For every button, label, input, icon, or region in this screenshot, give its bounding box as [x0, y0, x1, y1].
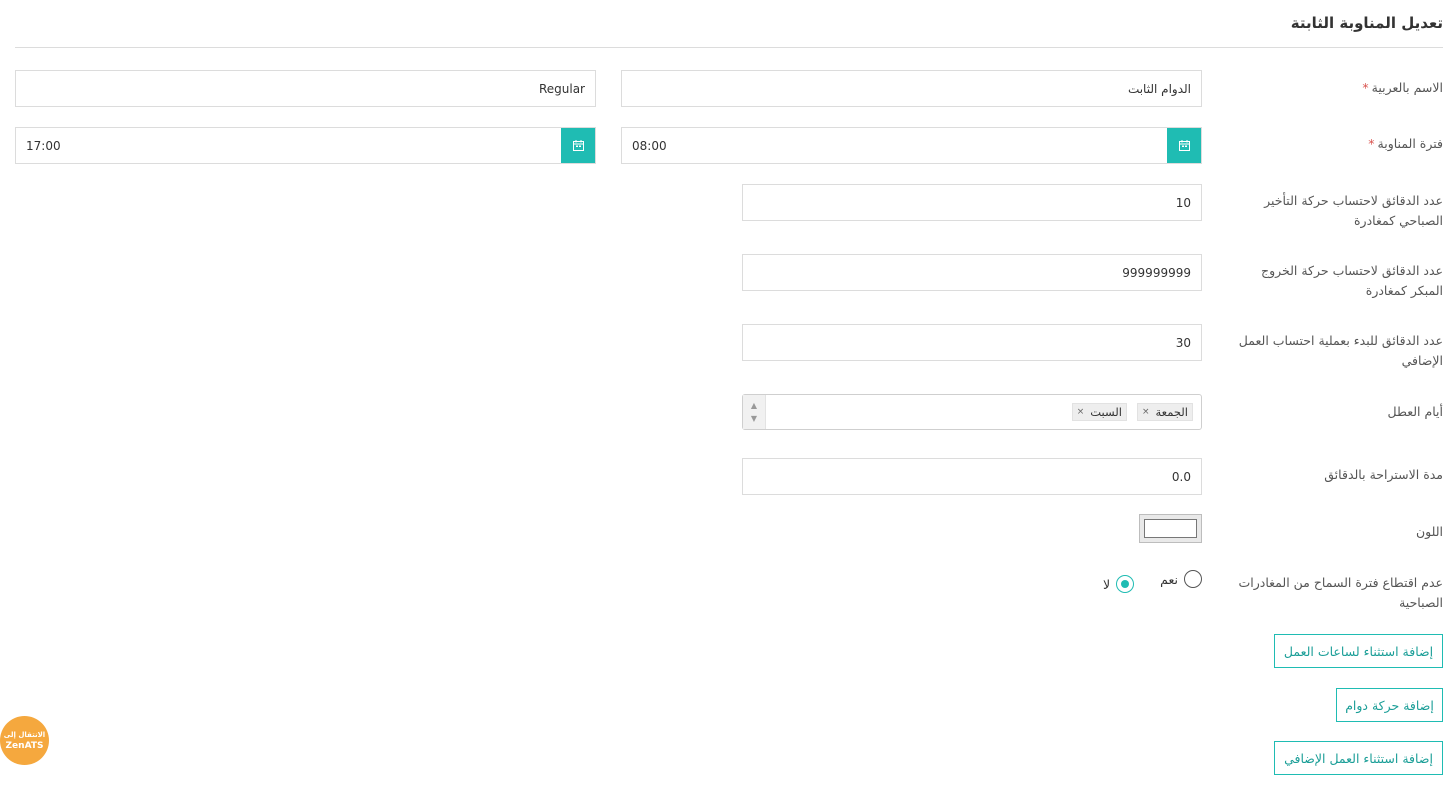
holidays-label: أيام العطل [1387, 404, 1443, 419]
holidays-multiselect[interactable]: ▲ ▼ الجمعة × السبت × [742, 394, 1202, 430]
shift-period-label: فترة المناوبة* [1368, 136, 1443, 151]
edit-fixed-shift-page: تعديل المناوبة الثابتة الاسم بالعربية* ا… [0, 0, 1453, 791]
no-deduct-grace-label: عدم اقتطاع فترة السماح من المغادرات الصب… [1238, 575, 1444, 610]
shift-start-value: 08:00 [632, 138, 667, 153]
chevron-down-icon[interactable]: ▼ [751, 414, 757, 423]
badge-line2: ZenATS [5, 740, 44, 751]
radio-yes-label: نعم [1160, 571, 1178, 587]
break-minutes-input[interactable]: 0.0 [742, 458, 1202, 495]
name-ar-value: الدوام الثابت [1127, 81, 1191, 96]
radio-circle[interactable] [1184, 570, 1202, 588]
color-preview [1144, 519, 1197, 538]
holiday-tag: الجمعة × [1136, 403, 1193, 421]
overtime-minutes-value: 30 [1175, 335, 1191, 350]
shift-start-input[interactable]: 08:00 [621, 127, 1202, 164]
early-exit-minutes-label: عدد الدقائق لاحتساب حركة الخروج المبكر ك… [1261, 263, 1443, 298]
calendar-icon[interactable] [1167, 128, 1201, 163]
early-exit-minutes-value: 999999999 [1122, 265, 1191, 280]
remove-tag-icon[interactable]: × [1077, 407, 1085, 417]
shift-end-input[interactable]: 17:00 [15, 127, 596, 164]
color-picker[interactable] [1139, 514, 1202, 543]
overtime-minutes-label: عدد الدقائق للبدء بعملية احتساب العمل ال… [1238, 333, 1443, 368]
title-divider [15, 47, 1443, 48]
overtime-minutes-input[interactable]: 30 [742, 324, 1202, 361]
late-minutes-input[interactable]: 10 [742, 184, 1202, 221]
holiday-tag-label: الجمعة [1155, 405, 1188, 419]
add-attendance-movement-button[interactable]: إضافة حركة دوام [1336, 688, 1443, 722]
break-minutes-value: 0.0 [1171, 469, 1191, 484]
name-en-input[interactable]: Regular [15, 70, 596, 107]
holiday-tag: السبت × [1071, 403, 1127, 421]
holidays-scroll-arrows[interactable]: ▲ ▼ [743, 395, 766, 429]
radio-yes[interactable]: نعم [1160, 570, 1202, 588]
name-ar-input[interactable]: الدوام الثابت [621, 70, 1202, 107]
early-exit-minutes-input[interactable]: 999999999 [742, 254, 1202, 291]
remove-tag-icon[interactable]: × [1142, 407, 1150, 417]
color-label: اللون [1415, 524, 1443, 539]
chevron-up-icon[interactable]: ▲ [751, 401, 757, 410]
calendar-icon[interactable] [561, 128, 595, 163]
radio-no[interactable]: لا [1103, 575, 1135, 593]
late-minutes-label: عدد الدقائق لاحتساب حركة التأخير الصباحي… [1264, 193, 1443, 228]
holiday-tag-label: السبت [1090, 405, 1122, 419]
zenats-floating-badge[interactable]: الانتقال إلى ZenATS [0, 716, 49, 765]
add-overtime-exception-button[interactable]: إضافة استثناء العمل الإضافي [1274, 741, 1443, 775]
name-en-value: Regular [538, 81, 585, 96]
shift-end-value: 17:00 [26, 138, 61, 153]
name-label: الاسم بالعربية* [1362, 80, 1443, 95]
break-minutes-label: مدة الاستراحة بالدقائق [1324, 467, 1443, 482]
radio-no-label: لا [1103, 576, 1111, 592]
badge-line1: الانتقال إلى [3, 730, 46, 739]
no-deduct-grace-radio-group: نعم لا [1081, 570, 1202, 593]
add-work-hours-exception-button[interactable]: إضافة استثناء لساعات العمل [1274, 634, 1443, 668]
page-title: تعديل المناوبة الثابتة [1290, 14, 1443, 32]
late-minutes-value: 10 [1175, 195, 1191, 210]
radio-circle-selected[interactable] [1116, 575, 1135, 593]
